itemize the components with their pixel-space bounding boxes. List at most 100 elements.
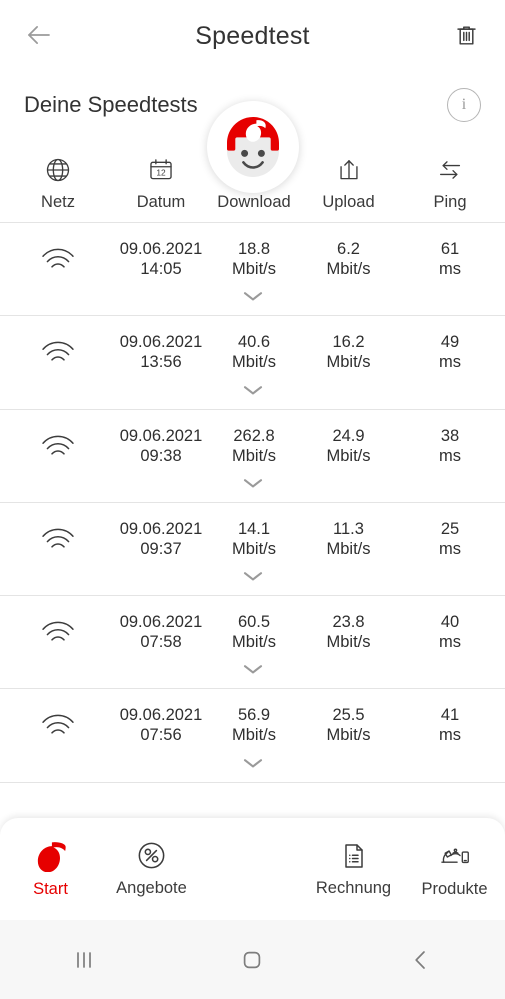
row-date-value: 09.06.2021 xyxy=(119,519,203,538)
row-download-unit: Mbit/s xyxy=(231,260,276,279)
row-upload-value: 24.9 xyxy=(332,426,365,445)
calendar-icon: 12 xyxy=(147,156,175,184)
info-circle-icon: i xyxy=(461,96,467,113)
row-download-value: 262.8 xyxy=(233,426,275,445)
expand-row-button[interactable] xyxy=(0,563,505,595)
info-button[interactable]: i xyxy=(447,88,481,122)
row-download-unit: Mbit/s xyxy=(231,633,276,652)
chevron-down-icon xyxy=(241,289,265,303)
home-button[interactable] xyxy=(168,947,336,973)
row-upload-value: 23.8 xyxy=(332,613,365,631)
row-download-unit: Mbit/s xyxy=(231,539,276,558)
row-ping-value: 49 xyxy=(440,333,460,352)
row-time-value: 09:38 xyxy=(140,446,182,465)
row-upload: 16.2 Mbit/s xyxy=(302,332,395,372)
tobi-assistant-button[interactable] xyxy=(206,101,299,193)
row-download-value: 40.6 xyxy=(237,333,271,352)
android-system-nav xyxy=(0,920,505,999)
row-ping-unit: ms xyxy=(439,726,461,745)
row-download: 18.8 Mbit/s xyxy=(206,239,302,279)
wifi-icon xyxy=(39,339,77,365)
column-label: Upload xyxy=(322,193,375,211)
row-date: 09.06.2021 14:05 xyxy=(116,239,206,279)
wifi-icon xyxy=(39,619,77,645)
row-date: 09.06.2021 07:56 xyxy=(116,705,206,745)
row-ping-value: 38 xyxy=(440,426,460,445)
percent-circle-icon xyxy=(136,840,167,871)
wifi-icon xyxy=(39,433,77,459)
row-download: 40.6 Mbit/s xyxy=(206,332,302,372)
nav-item-rechnung[interactable]: Rechnung xyxy=(303,818,404,920)
row-date-value: 09.06.2021 xyxy=(119,426,203,445)
nav-label: Start xyxy=(33,879,68,898)
chevron-down-icon xyxy=(241,476,265,490)
row-upload: 23.8 Mbit/s xyxy=(302,612,395,652)
nav-label: Produkte xyxy=(421,879,488,898)
divider xyxy=(0,781,505,783)
chevron-down-icon xyxy=(241,569,265,583)
column-header-netz[interactable]: Netz xyxy=(0,156,116,212)
row-upload-value: 11.3 xyxy=(333,519,364,538)
recents-button[interactable] xyxy=(0,947,168,973)
row-ping: 40 ms xyxy=(395,612,505,652)
row-upload-value: 6.2 xyxy=(337,240,360,258)
router-phone-icon xyxy=(439,840,471,872)
row-ping: 61 ms xyxy=(395,239,505,279)
expand-row-button[interactable] xyxy=(0,656,505,688)
nav-item-angebote[interactable]: Angebote xyxy=(101,818,202,920)
swap-arrows-icon xyxy=(436,156,464,184)
bottom-navigation: Start Angebote Rechnung Produkte xyxy=(0,818,505,920)
row-date-value: 09.06.2021 xyxy=(119,240,203,258)
row-ping-unit: ms xyxy=(439,446,461,465)
trash-icon xyxy=(453,22,480,49)
table-row[interactable]: 09.06.2021 14:05 18.8 Mbit/s 6.2 Mbit/s … xyxy=(0,223,505,317)
chevron-down-icon xyxy=(241,662,265,676)
row-upload-value: 25.5 xyxy=(332,706,365,725)
column-label: Download xyxy=(217,193,291,211)
speedtest-list: 09.06.2021 14:05 18.8 Mbit/s 6.2 Mbit/s … xyxy=(0,223,505,783)
table-row[interactable]: 09.06.2021 07:58 60.5 Mbit/s 23.8 Mbit/s… xyxy=(0,596,505,690)
row-time-value: 07:56 xyxy=(140,726,182,745)
table-row[interactable]: 09.06.2021 07:56 56.9 Mbit/s 25.5 Mbit/s… xyxy=(0,689,505,783)
row-upload-value: 16.2 xyxy=(332,333,365,352)
row-ping: 49 ms xyxy=(395,332,505,372)
column-label: Datum xyxy=(136,193,186,211)
row-time-value: 09:37 xyxy=(140,539,182,558)
column-header-ping[interactable]: Ping xyxy=(395,156,505,212)
nav-item-start[interactable]: Start xyxy=(0,818,101,920)
row-network xyxy=(0,619,116,645)
row-upload-unit: Mbit/s xyxy=(326,633,371,652)
wifi-icon xyxy=(39,526,77,552)
row-download-value: 60.5 xyxy=(237,613,271,631)
row-ping-unit: ms xyxy=(439,353,461,372)
row-download-unit: Mbit/s xyxy=(231,446,276,465)
expand-row-button[interactable] xyxy=(0,377,505,409)
wifi-icon xyxy=(39,246,77,272)
row-upload-unit: Mbit/s xyxy=(326,446,371,465)
column-header-upload[interactable]: Upload xyxy=(302,156,395,212)
back-button[interactable] xyxy=(14,10,64,60)
column-label: Netz xyxy=(41,193,75,211)
row-download-value: 14.1 xyxy=(237,519,271,538)
row-network xyxy=(0,526,116,552)
table-row[interactable]: 09.06.2021 09:38 262.8 Mbit/s 24.9 Mbit/… xyxy=(0,410,505,503)
expand-row-button[interactable] xyxy=(0,750,505,782)
back-chevron-icon xyxy=(408,947,434,973)
row-download-unit: Mbit/s xyxy=(231,726,276,745)
nav-item-produkte[interactable]: Produkte xyxy=(404,818,505,920)
table-row[interactable]: 09.06.2021 09:37 14.1 Mbit/s 11.3 Mbit/s… xyxy=(0,503,505,596)
nav-label: Angebote xyxy=(116,879,187,897)
expand-row-button[interactable] xyxy=(0,470,505,502)
row-upload-unit: Mbit/s xyxy=(326,353,371,372)
row-date: 09.06.2021 13:56 xyxy=(116,332,206,372)
row-date: 09.06.2021 09:37 xyxy=(116,519,206,559)
back-button-system[interactable] xyxy=(337,947,505,973)
row-ping-value: 25 xyxy=(440,519,460,538)
delete-all-button[interactable] xyxy=(441,10,491,60)
row-network xyxy=(0,339,116,365)
expand-row-button[interactable] xyxy=(0,283,505,315)
column-header-datum[interactable]: 12 Datum xyxy=(116,156,206,212)
globe-icon xyxy=(44,156,72,184)
section-title: Deine Speedtests xyxy=(24,92,198,117)
table-row[interactable]: 09.06.2021 13:56 40.6 Mbit/s 16.2 Mbit/s… xyxy=(0,316,505,410)
